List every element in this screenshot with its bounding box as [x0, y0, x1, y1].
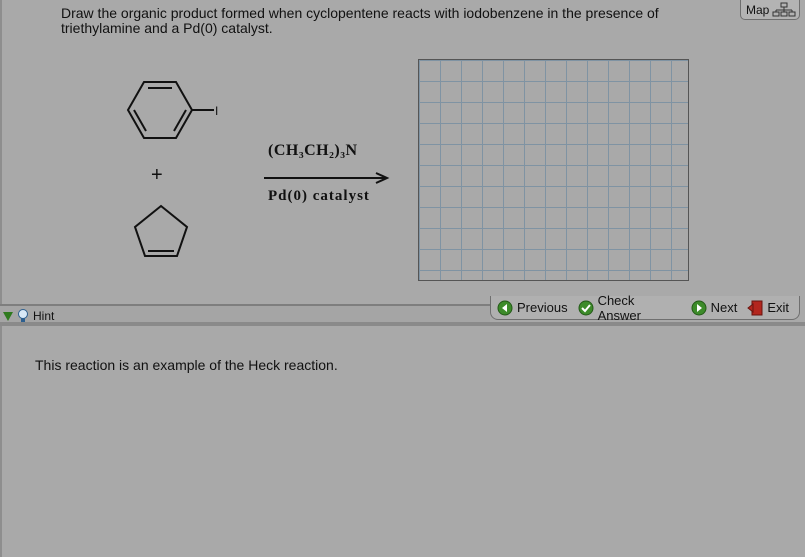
sitemap-icon	[772, 2, 796, 16]
reaction-arrow	[264, 172, 390, 184]
expand-triangle-icon	[3, 311, 13, 321]
hint-text: This reaction is an example of the Heck …	[35, 357, 338, 373]
map-label: Map	[746, 2, 770, 17]
cyclopentene-structure	[133, 204, 189, 257]
panel-divider	[0, 322, 805, 326]
arrow-right-icon	[691, 300, 707, 315]
next-label: Next	[710, 300, 738, 315]
iodine-label: I	[215, 104, 218, 118]
iodobenzene-structure: I	[126, 81, 218, 139]
previous-button[interactable]: Previous	[497, 300, 568, 316]
exit-button[interactable]: Exit	[747, 300, 789, 316]
navigation-bar: Previous Check Answer Next Exit	[490, 293, 800, 323]
arrow-left-icon	[497, 300, 513, 315]
question-text: Draw the organic product formed when cyc…	[61, 5, 659, 36]
problem-page: Draw the organic product formed when cyc…	[0, 0, 805, 557]
reagent-bottom: Pd(0) catalyst	[268, 188, 370, 204]
exit-door-icon	[747, 300, 763, 315]
check-icon	[578, 300, 594, 315]
previous-label: Previous	[517, 300, 568, 315]
exit-label: Exit	[767, 300, 789, 315]
hint-label: Hint	[33, 309, 55, 323]
reagent-top: (CH₃CH₂)₃N	[268, 142, 358, 159]
next-button[interactable]: Next	[691, 300, 738, 316]
left-border	[0, 0, 2, 557]
check-answer-button[interactable]: Check Answer	[578, 293, 681, 323]
plus-sign: +	[151, 164, 163, 186]
map-button[interactable]: Map	[740, 0, 800, 20]
drawing-canvas[interactable]	[418, 59, 689, 281]
hint-strip	[0, 304, 490, 324]
check-answer-label: Check Answer	[597, 292, 641, 323]
